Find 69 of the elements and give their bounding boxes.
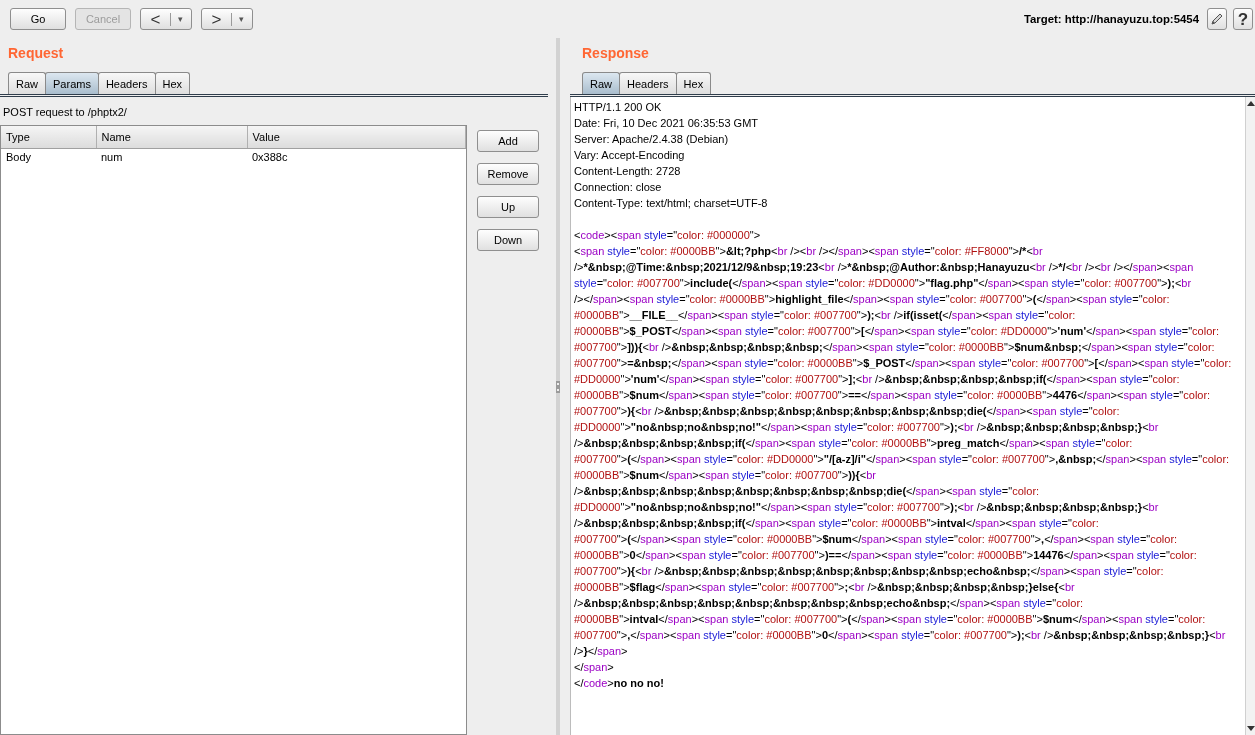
grip-icon xyxy=(556,380,560,393)
table-action-button[interactable]: Add xyxy=(477,130,539,152)
code-line: /></span><span style="color: #0000BB">highlight_file</span><span style="color: #007700">(</span><span style="color: xyxy=(574,292,1171,307)
code-line: #0000BB">$num</span><span style="color: #007700">==</span><span style="color: #0000BB">4476</span><span style="color: xyxy=(574,388,1212,403)
tab[interactable]: Headers xyxy=(97,72,156,94)
down-arrow-icon xyxy=(1246,726,1255,731)
panel-title: Response xyxy=(582,45,649,61)
code-line: #007700">=&nbsp;</span><span style="color: #0000BB">$_POST</span><span style="color: #007700">[</span><span style="color: xyxy=(574,356,1233,371)
code-line: #0000BB">$_POST</span><span style="color: #007700">[</span><span style="color: #DD0000">'num'</span><span style="color: xyxy=(574,324,1220,339)
up-arrow-icon xyxy=(1246,101,1255,106)
code-line: </span> xyxy=(574,660,615,675)
code-line: />*&nbsp;@Time:&nbsp;2021/12/9&nbsp;19:23<br />*&nbsp;@Author:&nbsp;Hanayuzu<br />*/<br /><br /></span><span xyxy=(574,260,1195,275)
header-line: Date: Fri, 10 Dec 2021 06:35:53 GMT xyxy=(574,116,760,131)
code-line: #007700">){<br />&nbsp;&nbsp;&nbsp;&nbsp;&nbsp;&nbsp;&nbsp;&nbsp;echo&nbsp;</span><span style="color: xyxy=(574,564,1165,579)
go-button[interactable]: Go xyxy=(10,8,66,30)
target-label: Target: http://hanayuzu.top:5454 xyxy=(1023,12,1199,27)
code-line: #007700">])){<br />&nbsp;&nbsp;&nbsp;&nbsp;</span><span style="color: #0000BB">$num&nbsp;</span><span style="color: xyxy=(574,340,1216,355)
header-line: Vary: Accept-Encoding xyxy=(574,148,686,163)
header-line: Content-Type: text/html; charset=UTF-8 xyxy=(574,196,769,211)
code-line: #007700">(</span><span style="color: #DD0000">"/[a-z]/i"</span><span style="color: #007700">,&nbsp;</span><span style="color: xyxy=(574,452,1231,467)
table-action-button[interactable]: Remove xyxy=(477,163,539,185)
panel-title: Request xyxy=(8,45,64,61)
code-line: style="color: #007700">include(</span><span style="color: #DD0000">"flag.php"</span><span style="color: #007700">);<br xyxy=(574,276,1193,291)
edit-button[interactable] xyxy=(1207,8,1227,30)
table-cell: Body xyxy=(1,148,96,166)
params-table[interactable]: Type Name Value Body num 0x388c xyxy=(0,125,467,735)
code-line: </code>no no no! xyxy=(574,676,665,691)
tab[interactable]: Hex xyxy=(675,72,712,94)
code-line: />&nbsp;&nbsp;&nbsp;&nbsp;&nbsp;&nbsp;&nbsp;&nbsp;echo&nbsp;</span><span style="color: xyxy=(574,596,1085,611)
scrollbar[interactable] xyxy=(1245,97,1255,735)
code-line: />&nbsp;&nbsp;&nbsp;&nbsp;&nbsp;&nbsp;&nbsp;&nbsp;die(</span><span style="color: xyxy=(574,484,1041,499)
tab[interactable]: Raw xyxy=(8,72,46,94)
back-button[interactable]: < ▾ xyxy=(140,8,192,30)
table-cell: 0x388c xyxy=(247,148,466,166)
table-action-button[interactable]: Up xyxy=(477,196,539,218)
code-line: <span style="color: #0000BB">&lt;?php<br /><br /></span><span style="color: #FF8000">/*<br xyxy=(574,244,1044,259)
table-cell: num xyxy=(96,148,247,166)
code-line: #007700">(</span><span style="color: #0000BB">$num</span><span style="color: #007700">,</span><span style="color: xyxy=(574,532,1179,547)
request-summary: POST request to /phptx2/ xyxy=(3,106,127,118)
column-header[interactable]: Value xyxy=(247,126,466,148)
header-line: Server: Apache/2.4.38 (Debian) xyxy=(574,132,730,147)
code-line: #007700">){<br />&nbsp;&nbsp;&nbsp;&nbsp;&nbsp;&nbsp;&nbsp;&nbsp;die(</span><span style="color: xyxy=(574,404,1121,419)
code-line: />}</span> xyxy=(574,644,629,659)
code-line: #007700">,</span><span style="color: #0000BB">0</span><span style="color: #007700">);<br />&nbsp;&nbsp;&nbsp;&nbsp;}<br xyxy=(574,628,1227,643)
header-line: Connection: close xyxy=(574,180,663,195)
response-text-area[interactable] xyxy=(570,97,1255,735)
tab[interactable]: Raw xyxy=(582,72,620,94)
code-line: #0000BB">0</span><span style="color: #007700">)==</span><span style="color: #0000BB">14476</span><span style="color: xyxy=(574,548,1198,563)
code-line: #0000BB">intval</span><span style="color: #007700">(</span><span style="color: #0000BB">$num</span><span style="color: xyxy=(574,612,1207,627)
forward-button[interactable]: > ▾ xyxy=(201,8,253,30)
code-line: #DD0000">"no&nbsp;no&nbsp;no!"</span><span style="color: #007700">);<br />&nbsp;&nbsp;&nbsp;&nbsp;}<br xyxy=(574,420,1160,435)
tab[interactable]: Headers xyxy=(619,72,677,94)
code-line: #DD0000">'num'</span><span style="color: #007700">];<br />&nbsp;&nbsp;&nbsp;&nbsp;if(</span><span style="color: xyxy=(574,372,1181,387)
table-action-button[interactable]: Down xyxy=(477,229,539,251)
tab[interactable]: Hex xyxy=(154,72,191,94)
header-line: HTTP/1.1 200 OK xyxy=(574,100,663,115)
code-line: />&nbsp;&nbsp;&nbsp;&nbsp;if(</span><span style="color: #0000BB">intval</span><span style="color: xyxy=(574,516,1100,531)
tab[interactable]: Params xyxy=(45,72,99,94)
column-header[interactable]: Name xyxy=(96,126,247,148)
code-line: <code><span style="color: #000000"> xyxy=(574,228,762,243)
column-header[interactable]: Type xyxy=(1,126,96,148)
pencil-icon xyxy=(1210,12,1224,26)
header-line: Content-Length: 2728 xyxy=(574,164,682,179)
help-button[interactable]: ? xyxy=(1233,8,1253,30)
code-line: #0000BB">$num</span><span style="color: #007700">)){<br xyxy=(574,468,877,483)
code-line: #0000BB">$flag</span><span style="color: #007700">;<br />&nbsp;&nbsp;&nbsp;&nbsp;}else{<br xyxy=(574,580,1076,595)
code-line: #DD0000">"no&nbsp;no&nbsp;no!"</span><span style="color: #007700">);<br />&nbsp;&nbsp;&nbsp;&nbsp;}<br xyxy=(574,500,1160,515)
code-line: />&nbsp;&nbsp;&nbsp;&nbsp;if(</span><span style="color: #0000BB">preg_match</span><span style="color: xyxy=(574,436,1134,451)
code-line: #0000BB">__FILE__</span><span style="color: #007700">);<br />if(isset(</span><span style="color: xyxy=(574,308,1077,323)
